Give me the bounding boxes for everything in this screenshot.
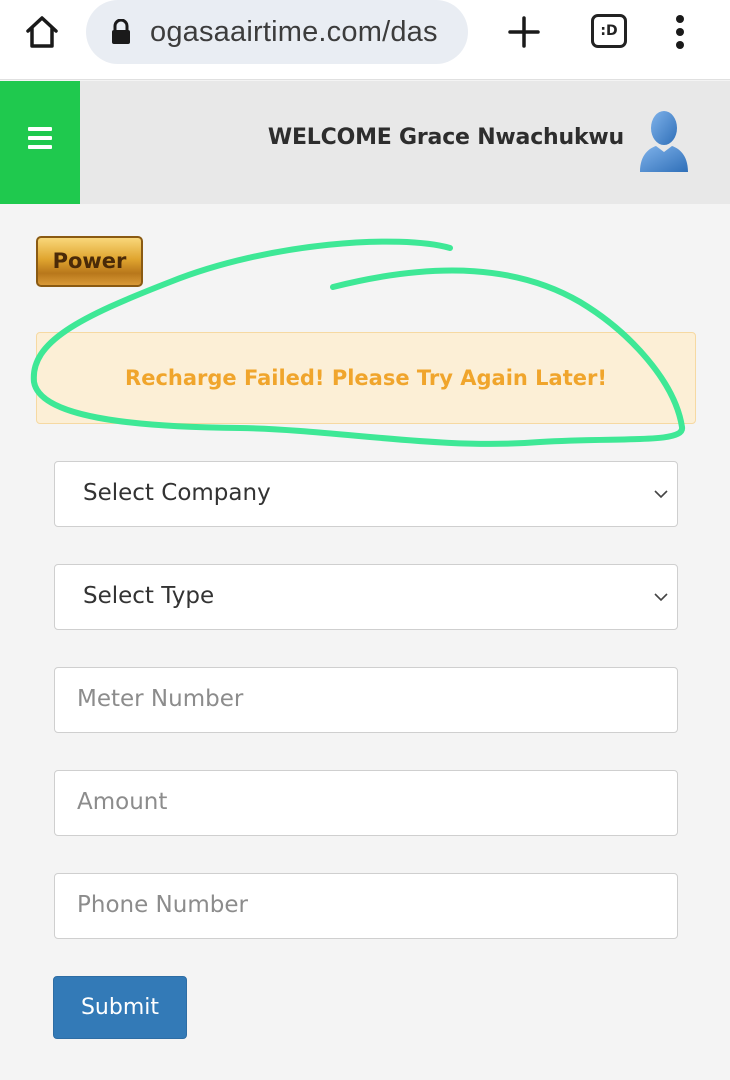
chevron-down-icon — [654, 593, 668, 602]
browser-toolbar: ogasaairtime.com/das :D — [0, 0, 730, 80]
submit-button[interactable]: Submit — [53, 976, 187, 1039]
error-alert: Recharge Failed! Please Try Again Later! — [36, 332, 696, 424]
user-avatar-icon[interactable] — [636, 108, 692, 174]
service-badge[interactable]: Power — [36, 236, 143, 287]
url-text: ogasaairtime.com/das — [150, 16, 438, 48]
welcome-message: WELCOME Grace Nwachukwu — [267, 125, 624, 150]
chevron-down-icon — [654, 490, 668, 499]
home-icon[interactable] — [22, 12, 62, 52]
address-bar[interactable]: ogasaairtime.com/das — [86, 0, 468, 64]
tab-switcher-button[interactable]: :D — [591, 14, 627, 48]
menu-toggle-button[interactable] — [0, 81, 80, 204]
more-menu-icon[interactable] — [666, 12, 694, 52]
company-select[interactable]: Select Company — [54, 461, 678, 527]
type-select[interactable]: Select Type — [54, 564, 678, 630]
amount-placeholder: Amount — [77, 789, 168, 815]
amount-input[interactable]: Amount — [54, 770, 678, 836]
type-select-value: Select Type — [83, 583, 215, 609]
lock-icon — [112, 19, 130, 44]
meter-number-input[interactable]: Meter Number — [54, 667, 678, 733]
company-select-value: Select Company — [83, 480, 271, 506]
phone-number-input[interactable]: Phone Number — [54, 873, 678, 939]
phone-number-placeholder: Phone Number — [77, 892, 248, 918]
meter-number-placeholder: Meter Number — [77, 686, 244, 712]
hamburger-icon — [28, 127, 52, 149]
new-tab-icon[interactable] — [504, 12, 544, 52]
app-header: WELCOME Grace Nwachukwu — [0, 81, 730, 204]
